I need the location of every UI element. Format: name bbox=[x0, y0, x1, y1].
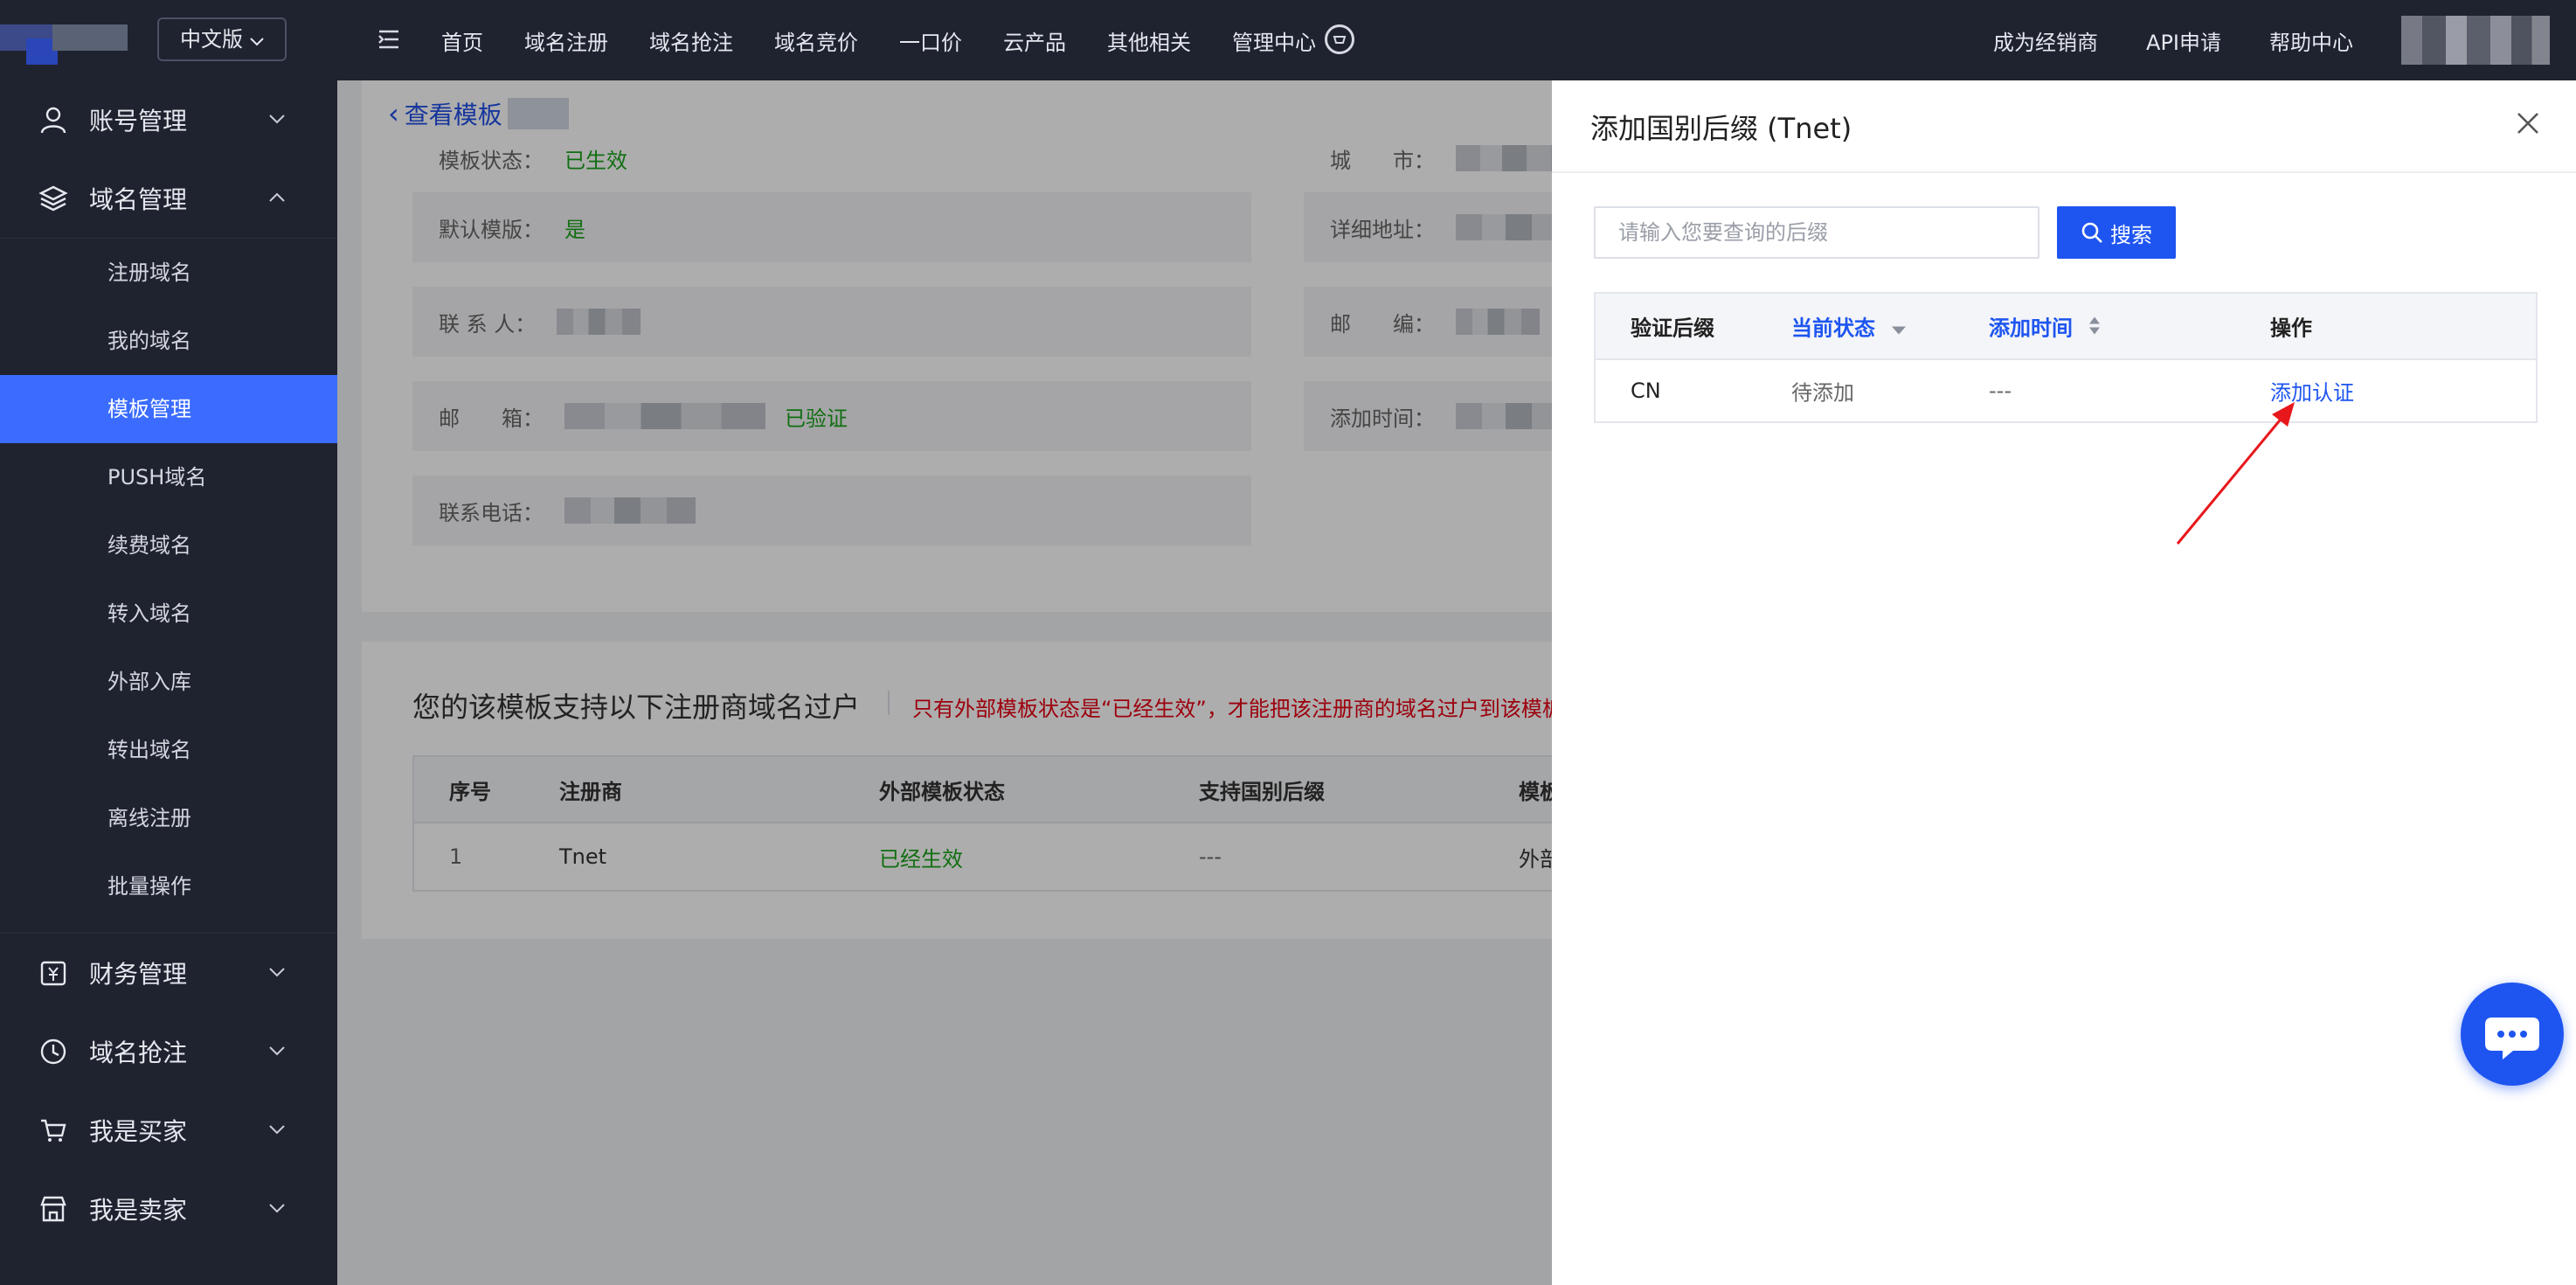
annotation-arrow-icon bbox=[2176, 402, 2295, 545]
add-suffix-drawer: 添加国别后缀 (Tnet) 搜索 验证后缀 当前状态 添加时间 操作 CN 待添… bbox=[1552, 80, 2576, 1285]
col-added-label: 添加时间 bbox=[1989, 316, 2073, 341]
nav-domain-register[interactable]: 域名注册 bbox=[524, 25, 608, 56]
col-status-label: 当前状态 bbox=[1791, 316, 1875, 341]
sidebar-account[interactable]: 账号管理 bbox=[0, 80, 337, 159]
cart-icon[interactable] bbox=[1325, 24, 1354, 54]
chevron-down-icon bbox=[269, 968, 285, 977]
nav-cloud-products[interactable]: 云产品 bbox=[1003, 25, 1066, 56]
site-logo[interactable] bbox=[0, 12, 131, 73]
chevron-down-icon bbox=[269, 1204, 285, 1213]
chevron-down-icon bbox=[269, 115, 285, 124]
sidebar-account-label: 账号管理 bbox=[89, 107, 188, 135]
sidebar-item-external-import[interactable]: 外部入库 bbox=[0, 648, 337, 716]
cart-icon bbox=[41, 1119, 66, 1142]
nav-home[interactable]: 首页 bbox=[441, 25, 483, 56]
top-bar: 中文版 首页 域名注册 域名抢注 域名竞价 一口价 云产品 其他相关 管理中心 … bbox=[0, 0, 2576, 80]
sidebar-snatch-label: 域名抢注 bbox=[89, 1038, 188, 1067]
sidebar-item-transfer-in[interactable]: 转入域名 bbox=[0, 580, 337, 648]
suffix-search-input[interactable] bbox=[1594, 206, 2039, 259]
suffix-table: 验证后缀 当前状态 添加时间 操作 CN 待添加 --- 添加认证 bbox=[1594, 292, 2538, 423]
nav-domain-auction[interactable]: 域名竞价 bbox=[774, 25, 858, 56]
filter-caret-icon bbox=[1892, 326, 1907, 335]
cell-status: 待添加 bbox=[1791, 380, 1854, 406]
sidebar-finance[interactable]: 财务管理 bbox=[0, 934, 337, 1012]
sidebar-item-transfer-out[interactable]: 转出域名 bbox=[0, 716, 337, 784]
sidebar-item-my-domains[interactable]: 我的域名 bbox=[0, 307, 337, 375]
sidebar-seller-label: 我是卖家 bbox=[89, 1196, 188, 1225]
sidebar-item-register-domain[interactable]: 注册域名 bbox=[0, 239, 337, 307]
sidebar-snatch[interactable]: 域名抢注 bbox=[0, 1012, 337, 1091]
sidebar-item-template-management[interactable]: 模板管理 bbox=[0, 375, 337, 443]
language-label: 中文版 bbox=[180, 27, 243, 52]
chevron-down-icon bbox=[250, 19, 264, 59]
main-nav: 首页 域名注册 域名抢注 域名竞价 一口价 云产品 其他相关 管理中心 bbox=[441, 0, 1357, 80]
nav-become-reseller[interactable]: 成为经销商 bbox=[1993, 25, 2098, 56]
chat-button[interactable] bbox=[2461, 983, 2564, 1086]
right-nav: 成为经销商 API申请 帮助中心 bbox=[1993, 0, 2576, 80]
col-action: 操作 bbox=[2270, 316, 2312, 341]
table-header: 验证后缀 当前状态 添加时间 操作 bbox=[1596, 294, 2536, 360]
modal-overlay[interactable] bbox=[337, 80, 1552, 1285]
layers-icon bbox=[38, 185, 68, 212]
language-select[interactable]: 中文版 bbox=[157, 17, 287, 61]
sidebar-finance-label: 财务管理 bbox=[89, 960, 188, 989]
table-row: CN 待添加 --- 添加认证 bbox=[1596, 360, 2536, 421]
store-icon bbox=[40, 1196, 66, 1222]
chat-bubble-icon bbox=[2485, 1018, 2539, 1059]
user-avatar[interactable] bbox=[2401, 16, 2550, 65]
sort-icon bbox=[2089, 316, 2101, 335]
sidebar-domain-label: 域名管理 bbox=[89, 185, 188, 214]
finance-icon bbox=[40, 961, 66, 986]
col-suffix: 验证后缀 bbox=[1631, 316, 1714, 341]
sidebar-domain[interactable]: 域名管理 bbox=[0, 159, 337, 238]
nav-api-apply[interactable]: API申请 bbox=[2146, 25, 2221, 56]
cell-added-time: --- bbox=[1989, 379, 2012, 403]
sidebar-buyer-label: 我是买家 bbox=[89, 1117, 188, 1146]
drawer-title: 添加国别后缀 (Tnet) bbox=[1590, 112, 1852, 145]
nav-domain-snatch[interactable]: 域名抢注 bbox=[649, 25, 733, 56]
chevron-up-icon bbox=[269, 192, 285, 202]
nav-fixed-price[interactable]: 一口价 bbox=[899, 25, 962, 56]
chevron-down-icon bbox=[269, 1125, 285, 1135]
close-icon[interactable] bbox=[2515, 110, 2541, 136]
sidebar-item-push-domain[interactable]: PUSH域名 bbox=[0, 443, 337, 511]
nav-other[interactable]: 其他相关 bbox=[1107, 25, 1191, 56]
nav-management[interactable]: 管理中心 bbox=[1232, 25, 1316, 56]
drawer-header: 添加国别后缀 (Tnet) bbox=[1552, 80, 2576, 173]
sidebar-item-offline-register[interactable]: 离线注册 bbox=[0, 784, 337, 852]
cell-suffix: CN bbox=[1631, 379, 1661, 403]
clock-icon bbox=[40, 1038, 66, 1065]
search-button[interactable]: 搜索 bbox=[2057, 206, 2176, 259]
menu-toggle-icon[interactable] bbox=[376, 26, 402, 52]
chevron-down-icon bbox=[269, 1046, 285, 1056]
search-button-label: 搜索 bbox=[2110, 222, 2152, 247]
sidebar: 账号管理 域名管理 注册域名 我的域名 模板管理 PUSH域名 续费域名 转入域… bbox=[0, 80, 337, 1285]
sidebar-item-batch-operation[interactable]: 批量操作 bbox=[0, 852, 337, 920]
search-icon bbox=[2081, 222, 2102, 243]
col-status[interactable]: 当前状态 bbox=[1791, 311, 1907, 342]
sidebar-item-renew-domain[interactable]: 续费域名 bbox=[0, 511, 337, 580]
sidebar-seller[interactable]: 我是卖家 bbox=[0, 1170, 337, 1248]
user-icon bbox=[40, 107, 66, 134]
nav-help-center[interactable]: 帮助中心 bbox=[2269, 25, 2353, 56]
sidebar-buyer[interactable]: 我是买家 bbox=[0, 1091, 337, 1170]
col-added-time[interactable]: 添加时间 bbox=[1989, 311, 2101, 342]
